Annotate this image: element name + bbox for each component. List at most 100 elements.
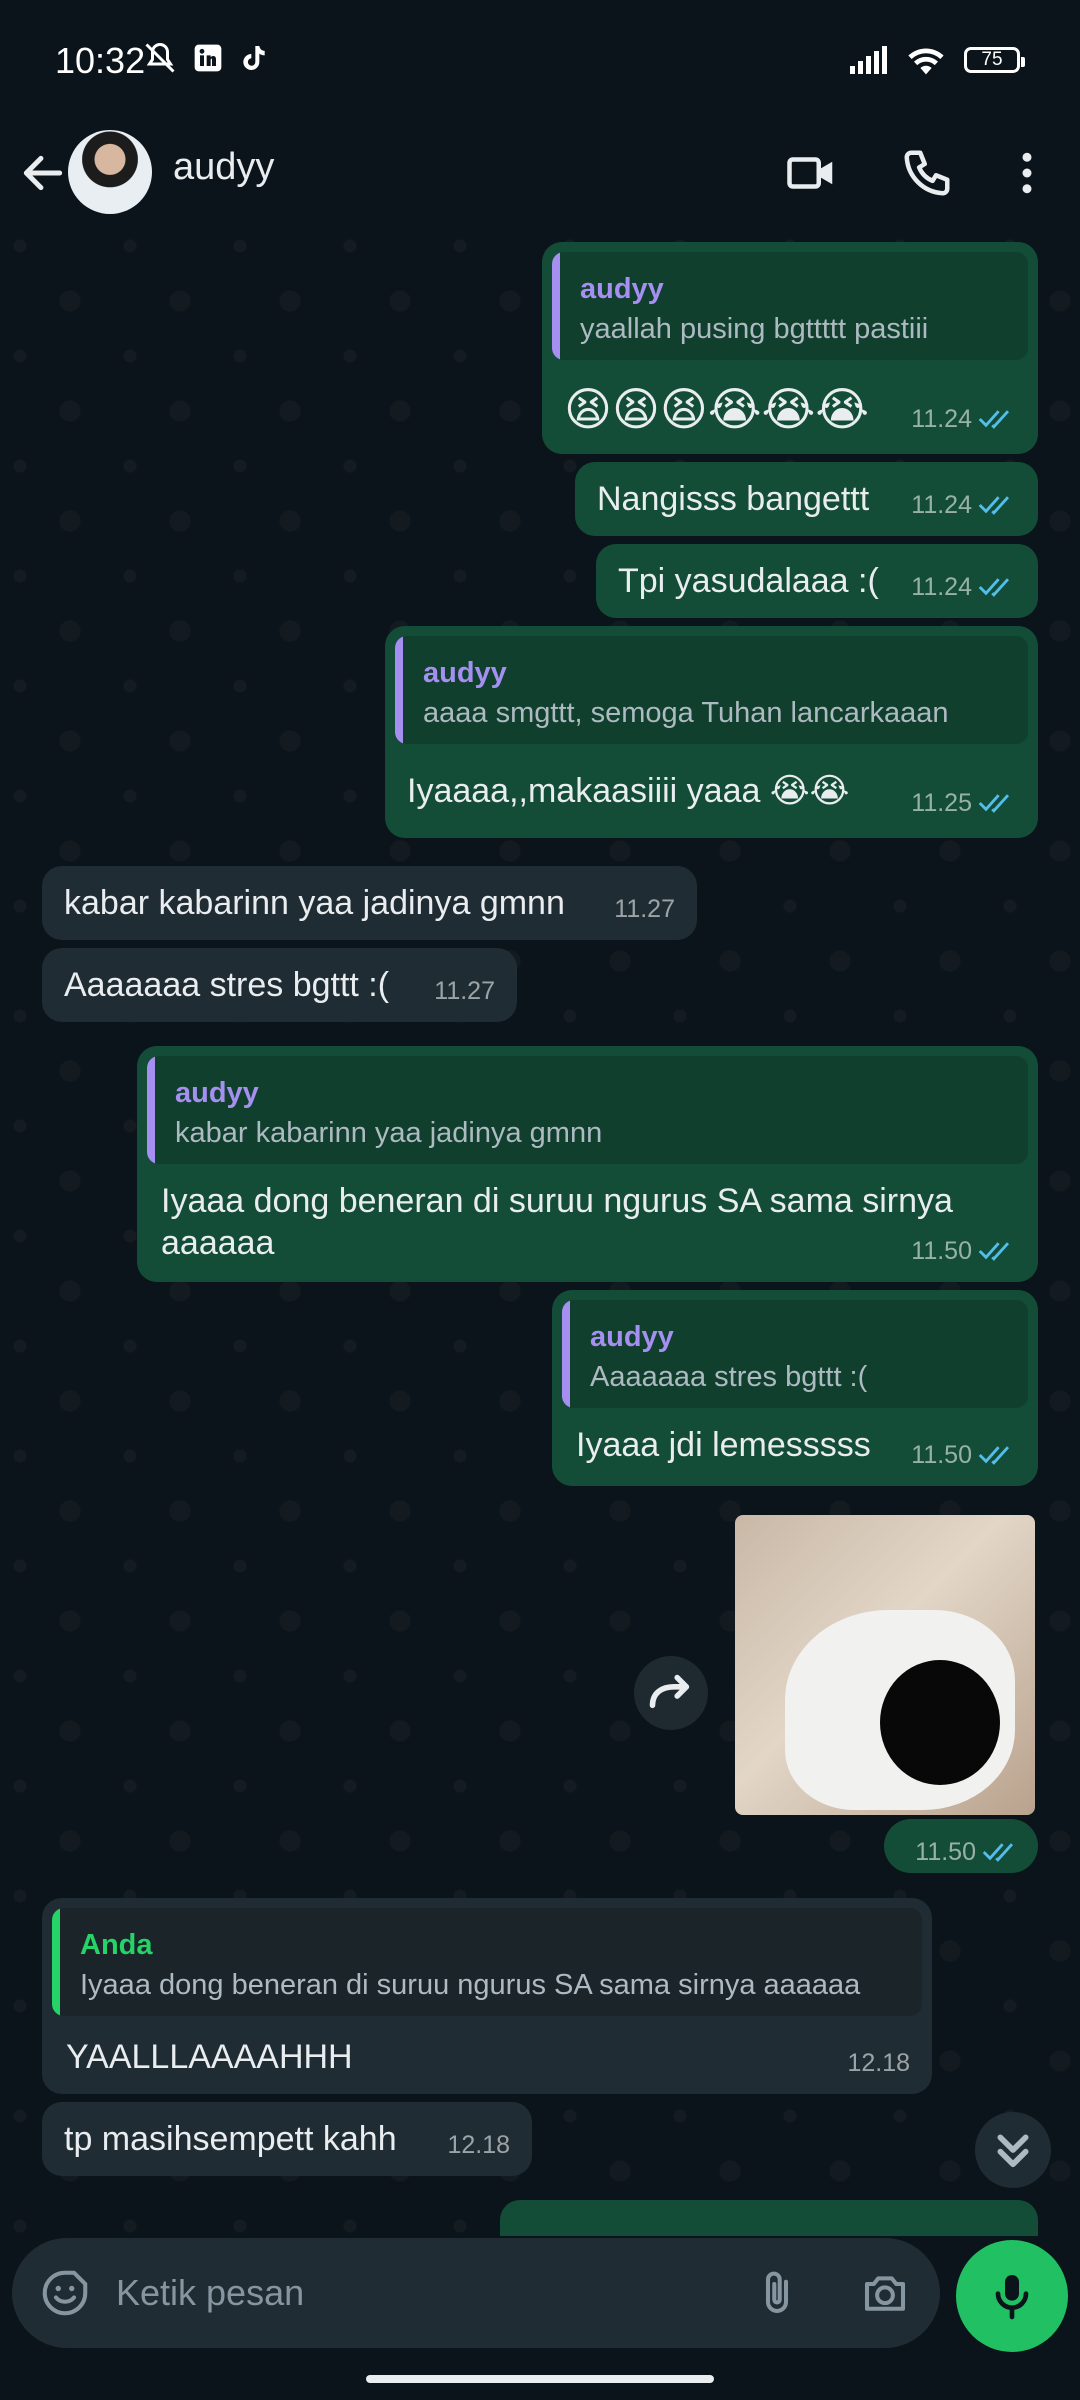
double-check-icon [978, 410, 1010, 429]
message-meta: 12.18 [847, 2042, 910, 2084]
battery-level: 75 [981, 49, 1003, 70]
message-meta: 11.27 [614, 888, 675, 930]
chat-header: audyy [0, 118, 1080, 228]
message-text: Iyaaaa,,makaasiiii yaaa 😭😭 [407, 772, 850, 810]
linkedin-icon [194, 44, 222, 72]
video-call-icon[interactable] [785, 146, 839, 200]
forward-button[interactable] [634, 1656, 708, 1730]
message-bubble-outgoing[interactable]: audyy aaaa smgttt, semoga Tuhan lancarka… [385, 626, 1038, 838]
message-bubble-outgoing-partial[interactable] [500, 2200, 1038, 2236]
message-time: 11.50 [911, 1237, 972, 1265]
quote-bar [552, 252, 560, 360]
message-bubble-outgoing[interactable]: audyy yaallah pusing bgttttt pastiii 😫😫😫… [542, 242, 1038, 454]
double-check-icon [978, 1242, 1010, 1261]
message-input[interactable]: Ketik pesan [116, 2272, 304, 2314]
message-text: tp masihsempett kahh [64, 2120, 397, 2158]
message-meta: 11.24 [911, 484, 1016, 526]
message-bubble-incoming[interactable]: tp masihsempett kahh 12.18 [42, 2102, 532, 2176]
scroll-to-bottom-button[interactable] [975, 2112, 1051, 2188]
arrow-left-icon[interactable] [18, 148, 68, 198]
message-time: 12.18 [847, 2049, 910, 2077]
message-time: 11.24 [911, 405, 972, 433]
image-meta-pill: 11.50 [884, 1819, 1038, 1873]
status-time: 10:32 [55, 40, 146, 81]
message-time: 11.27 [434, 977, 495, 1005]
message-meta: 11.50 [911, 1230, 1016, 1272]
message-text: Iyaaa jdi lemesssss [576, 1426, 871, 1464]
quote-text: Aaaaaaa stres bgttt :( [590, 1361, 868, 1393]
double-chevron-down-icon [997, 2134, 1029, 2168]
message-text-line: aaaaaa [161, 1224, 275, 1262]
quote-bar [52, 1908, 60, 2016]
battery-indicator: 75 [964, 47, 1025, 73]
message-text-line: Iyaaa dong beneran di suruu ngurus SA sa… [161, 1182, 953, 1220]
double-check-icon [978, 496, 1010, 515]
message-bubble-incoming[interactable]: Anda Iyaaa dong beneran di suruu ngurus … [42, 1898, 932, 2094]
quoted-reply[interactable]: Anda Iyaaa dong beneran di suruu ngurus … [52, 1908, 922, 2016]
contact-name[interactable]: audyy [173, 146, 274, 189]
message-text: Nangisss bangettt [597, 480, 870, 518]
message-time: 11.25 [911, 789, 972, 817]
quote-bar [395, 636, 403, 744]
status-bar: 10:32 75 [0, 0, 1080, 118]
double-check-icon [978, 578, 1010, 597]
mic-icon [995, 2275, 1029, 2320]
more-vert-icon[interactable] [1000, 146, 1054, 200]
message-bubble-outgoing[interactable]: Tpi yasudalaaa :( 11.24 [596, 544, 1038, 618]
quote-author: audyy [590, 1321, 674, 1353]
signal-icon [850, 46, 887, 74]
gesture-navigation-bar[interactable] [366, 2375, 714, 2383]
voice-record-button[interactable] [956, 2240, 1068, 2352]
message-text: YAALLLAAAAHHH [66, 2038, 353, 2076]
quote-author: Anda [80, 1929, 153, 1961]
photo-subject-head [880, 1660, 1000, 1785]
message-text: 😫😫😫😭😭😭 [564, 383, 870, 435]
tiktok-icon [243, 46, 265, 70]
image-message[interactable] [735, 1515, 1035, 1815]
message-bubble-incoming[interactable]: Aaaaaaa stres bgttt :( 11.27 [42, 948, 517, 1022]
quote-author: audyy [175, 1077, 259, 1109]
paperclip-icon[interactable] [750, 2266, 804, 2320]
quote-text: Iyaaa dong beneran di suruu ngurus SA sa… [80, 1969, 861, 2001]
sticker-smile-icon[interactable] [38, 2266, 92, 2320]
message-text: Aaaaaaa stres bgttt :( [64, 966, 390, 1004]
double-check-icon [982, 1843, 1014, 1862]
message-meta: 11.50 [911, 1434, 1016, 1476]
message-meta: 11.24 [911, 398, 1016, 440]
status-notification-icons [142, 40, 270, 76]
contact-avatar[interactable] [68, 130, 152, 214]
message-time: 12.18 [447, 2131, 510, 2159]
message-meta: 11.50 [915, 1831, 1020, 1873]
message-time: 11.50 [911, 1441, 972, 1469]
message-bubble-outgoing[interactable]: Nangisss bangettt 11.24 [575, 462, 1038, 536]
forward-icon [649, 1674, 690, 1709]
message-time: 11.27 [614, 895, 675, 923]
mute-bell-icon [145, 42, 175, 73]
quote-author: audyy [580, 273, 664, 305]
message-time: 11.24 [911, 491, 972, 519]
message-composer: Ketik pesan [12, 2238, 940, 2348]
message-meta: 11.24 [911, 566, 1016, 608]
quoted-reply[interactable]: audyy Aaaaaaa stres bgttt :( [562, 1300, 1028, 1408]
quote-text: kabar kabarinn yaa jadinya gmnn [175, 1117, 603, 1149]
message-bubble-outgoing[interactable]: audyy Aaaaaaa stres bgttt :( Iyaaa jdi l… [552, 1290, 1038, 1486]
wifi-icon [908, 48, 944, 75]
quote-bar [147, 1056, 155, 1164]
quoted-reply[interactable]: audyy yaallah pusing bgttttt pastiii [552, 252, 1028, 360]
quote-text: aaaa smgttt, semoga Tuhan lancarkaaan [423, 697, 949, 729]
message-text: kabar kabarinn yaa jadinya gmnn [64, 884, 565, 922]
camera-icon[interactable] [858, 2266, 912, 2320]
message-bubble-outgoing[interactable]: audyy kabar kabarinn yaa jadinya gmnn Iy… [137, 1046, 1038, 1282]
quoted-reply[interactable]: audyy aaaa smgttt, semoga Tuhan lancarka… [395, 636, 1028, 744]
quote-text: yaallah pusing bgttttt pastiii [580, 313, 929, 345]
status-system-icons: 75 [848, 44, 1025, 76]
message-time: 11.50 [915, 1838, 976, 1866]
message-meta: 12.18 [447, 2124, 510, 2166]
quote-bar [562, 1300, 570, 1408]
message-time: 11.24 [911, 573, 972, 601]
message-bubble-incoming[interactable]: kabar kabarinn yaa jadinya gmnn 11.27 [42, 866, 697, 940]
phone-icon[interactable] [900, 146, 954, 200]
quoted-reply[interactable]: audyy kabar kabarinn yaa jadinya gmnn [147, 1056, 1028, 1164]
message-meta: 11.25 [911, 782, 1016, 824]
message-text: Tpi yasudalaaa :( [618, 562, 879, 600]
